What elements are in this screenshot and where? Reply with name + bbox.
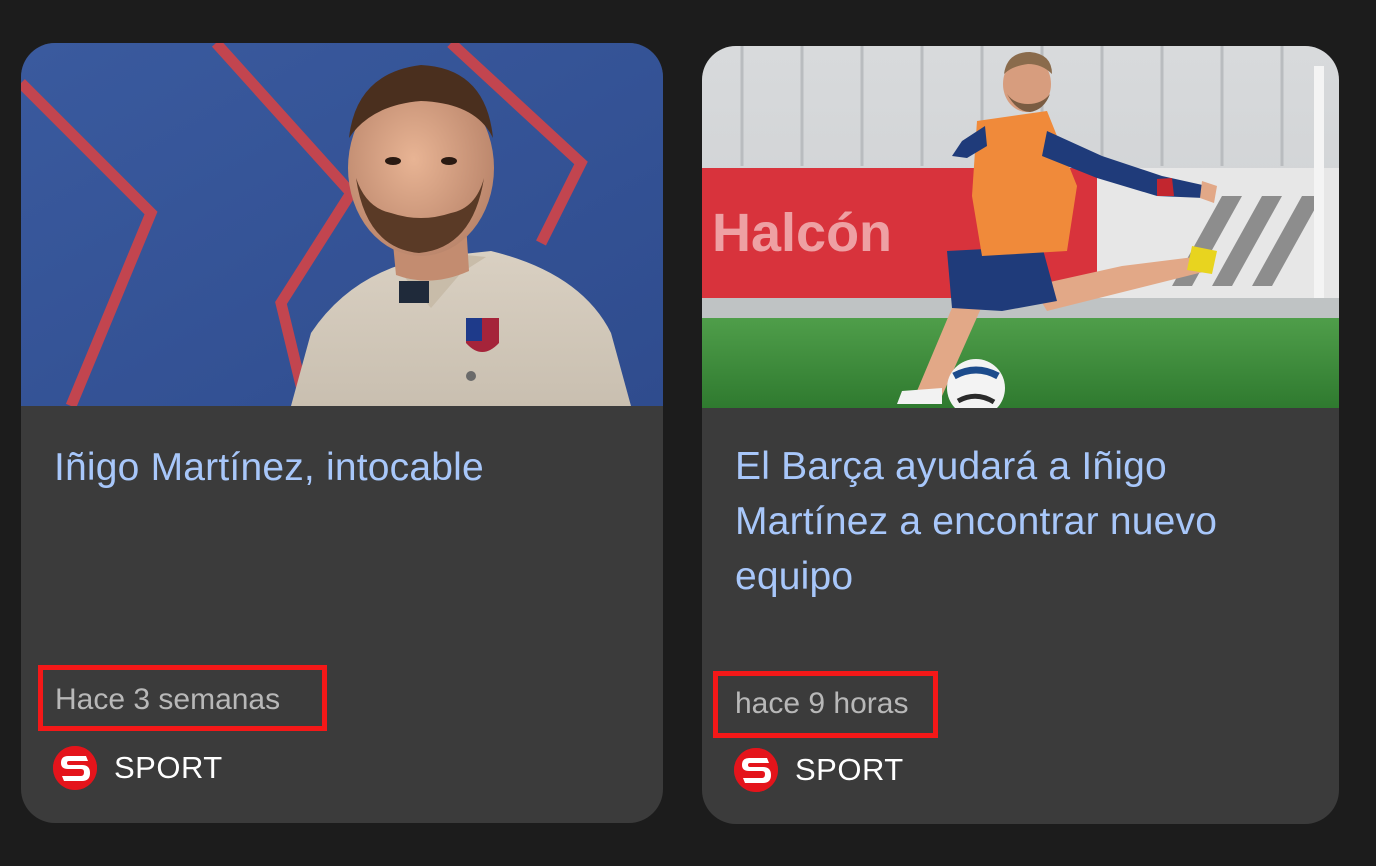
sport-logo-icon: [53, 746, 97, 790]
news-card-2[interactable]: Halcón El Barça ayudará a Iñigo Martínez…: [702, 46, 1339, 824]
source-name: SPORT: [795, 752, 904, 787]
player-kicking-ball-photo: Halcón: [702, 46, 1339, 408]
news-card-image[interactable]: Halcón: [702, 46, 1339, 408]
source-name: SPORT: [114, 750, 223, 785]
headline[interactable]: El Barça ayudará a Iñigo Martínez a enco…: [735, 439, 1310, 604]
news-card-1[interactable]: Iñigo Martínez, intocable Hace 3 semanas…: [21, 43, 663, 823]
svg-text:Halcón: Halcón: [712, 203, 892, 263]
sport-logo-icon: [734, 748, 778, 792]
headline[interactable]: Iñigo Martínez, intocable: [54, 440, 629, 495]
timestamp: Hace 3 semanas: [55, 683, 281, 716]
source-attribution: SPORT: [734, 748, 904, 792]
timestamp: hace 9 horas: [735, 687, 909, 720]
source-attribution: SPORT: [53, 746, 223, 790]
news-card-image[interactable]: [21, 43, 663, 406]
player-portrait-photo: [21, 43, 663, 406]
